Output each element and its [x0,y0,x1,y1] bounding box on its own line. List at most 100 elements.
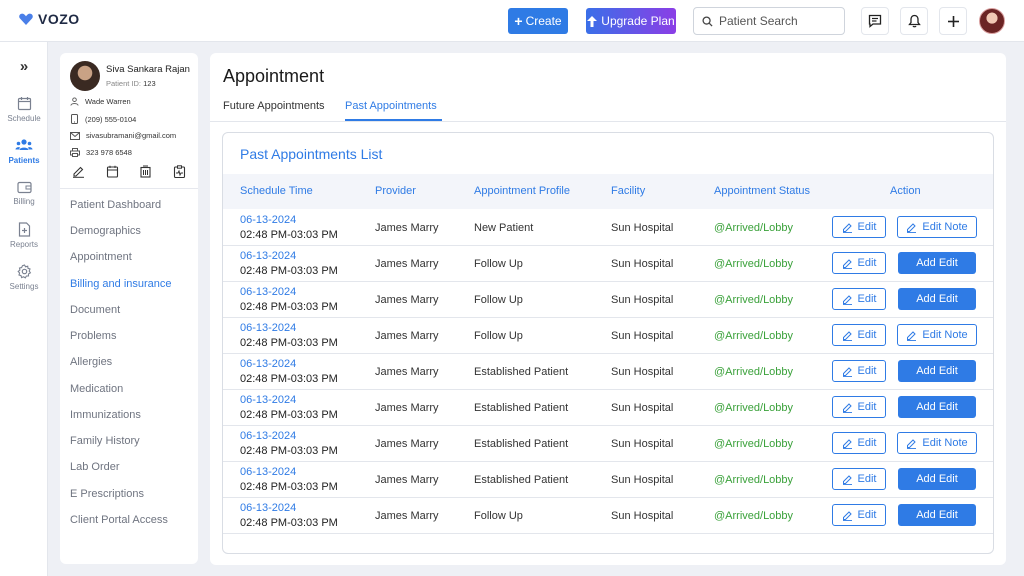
add-edit-label: Add Edit [916,293,958,305]
add-edit-button[interactable]: Add Edit [898,288,976,310]
side-menu-document[interactable]: Document [70,304,120,316]
upgrade-plan-button[interactable]: Upgrade Plan [586,8,676,34]
side-menu-immunizations[interactable]: Immunizations [70,409,141,421]
status-cell: @Arrived/Lobby [714,258,794,270]
pencil-icon [842,330,852,341]
appointment-time: 02:48 PM-03:03 PM [240,373,338,385]
add-edit-label: Add Edit [916,473,958,485]
provider-cell: James Marry [375,366,439,378]
side-menu-client-portal-access[interactable]: Client Portal Access [70,514,168,526]
appointment-date[interactable]: 06-13-2024 [240,250,296,262]
edit-button[interactable]: Edit [832,396,886,418]
divider [60,188,198,189]
add-edit-label: Add Edit [916,365,958,377]
past-appointments-card: Past Appointments List Schedule Time Pro… [222,132,994,554]
add-edit-button[interactable]: Add Edit [898,504,976,526]
edit-label: Edit [857,473,877,485]
provider-cell: James Marry [375,258,439,270]
person-icon [70,97,79,106]
brand-logo[interactable]: VOZO [18,11,80,27]
column-header-appointment-profile: Appointment Profile [474,185,570,197]
edit-button[interactable]: Edit [832,432,886,454]
edit-note-button[interactable]: Edit Note [897,324,977,346]
phone-icon [71,114,78,124]
appointment-date[interactable]: 06-13-2024 [240,430,296,442]
appointment-date[interactable]: 06-13-2024 [240,286,296,298]
side-menu-lab-order[interactable]: Lab Order [70,461,120,473]
status-cell: @Arrived/Lobby [714,330,794,342]
add-edit-label: Add Edit [916,509,958,521]
side-menu-e-prescriptions[interactable]: E Prescriptions [70,488,144,500]
messages-button[interactable] [861,7,889,35]
edit-note-button[interactable]: Edit Note [897,432,977,454]
page-title: Appointment [223,66,325,86]
edit-label: Edit [857,293,877,305]
appointment-date[interactable]: 06-13-2024 [240,502,296,514]
edit-button[interactable]: Edit [832,504,886,526]
profile-cell: Established Patient [474,366,569,378]
edit-label: Edit [857,221,877,233]
rail-item-billing[interactable]: Billing [0,180,48,218]
patient-search-input[interactable] [719,14,839,28]
pencil-icon [842,258,852,269]
appointment-time: 02:48 PM-03:03 PM [240,265,338,277]
patient-fax-row: 323 978 6548 [70,148,132,157]
rail-label: Reports [9,240,38,249]
appointment-date[interactable]: 06-13-2024 [240,322,296,334]
edit-button[interactable]: Edit [832,324,886,346]
appointment-panel: Appointment Future Appointments Past App… [210,53,1006,565]
add-edit-button[interactable]: Add Edit [898,252,976,274]
side-menu-demographics[interactable]: Demographics [70,225,141,237]
edit-button[interactable]: Edit [832,288,886,310]
add-button[interactable] [939,7,967,35]
side-menu-patient-dashboard[interactable]: Patient Dashboard [70,199,161,211]
side-menu-billing-insurance[interactable]: Billing and insurance [70,278,172,290]
pencil-icon [907,330,917,341]
edit-button[interactable]: Edit [832,360,886,382]
status-cell: @Arrived/Lobby [714,222,794,234]
add-edit-button[interactable]: Add Edit [898,468,976,490]
rail-item-patients[interactable]: Patients [0,138,48,176]
rail-item-reports[interactable]: Reports [0,222,48,260]
patient-search[interactable] [693,7,845,35]
list-title: Past Appointments List [240,146,383,162]
edit-button[interactable]: Edit [832,468,886,490]
profile-cell: Follow Up [474,258,523,270]
rail-label: Settings [9,282,39,291]
tab-future-appointments[interactable]: Future Appointments [223,100,325,112]
building-icon[interactable] [139,165,152,178]
pencil-icon [842,474,852,485]
tab-past-appointments[interactable]: Past Appointments [345,100,437,112]
profile-cell: Established Patient [474,474,569,486]
side-menu-allergies[interactable]: Allergies [70,356,112,368]
expand-sidebar-icon[interactable]: » [14,58,34,76]
pencil-icon[interactable] [72,165,85,178]
appointment-date[interactable]: 06-13-2024 [240,466,296,478]
appointment-date[interactable]: 06-13-2024 [240,394,296,406]
appointment-date[interactable]: 06-13-2024 [240,358,296,370]
add-edit-button[interactable]: Add Edit [898,360,976,382]
side-menu-appointment[interactable]: Appointment [70,251,132,263]
user-avatar[interactable] [979,8,1005,34]
pencil-icon [907,222,917,233]
edit-button[interactable]: Edit [832,216,886,238]
rail-item-settings[interactable]: Settings [0,264,48,302]
side-menu-family-history[interactable]: Family History [70,435,140,447]
medical-record-icon[interactable] [173,165,186,178]
add-edit-button[interactable]: Add Edit [898,396,976,418]
create-button[interactable]: + Create [508,8,568,34]
calendar-icon[interactable] [106,165,119,178]
edit-note-label: Edit Note [922,437,968,449]
status-cell: @Arrived/Lobby [714,438,794,450]
edit-note-button[interactable]: Edit Note [897,216,977,238]
notifications-button[interactable] [900,7,928,35]
side-menu-medication[interactable]: Medication [70,383,123,395]
appointment-date[interactable]: 06-13-2024 [240,214,296,226]
side-menu-problems[interactable]: Problems [70,330,116,342]
patient-phone-row: (209) 555-0104 [70,114,136,124]
profile-cell: Follow Up [474,510,523,522]
patient-avatar [70,61,100,91]
edit-button[interactable]: Edit [832,252,886,274]
rail-item-schedule[interactable]: Schedule [0,96,48,134]
facility-cell: Sun Hospital [611,294,674,306]
